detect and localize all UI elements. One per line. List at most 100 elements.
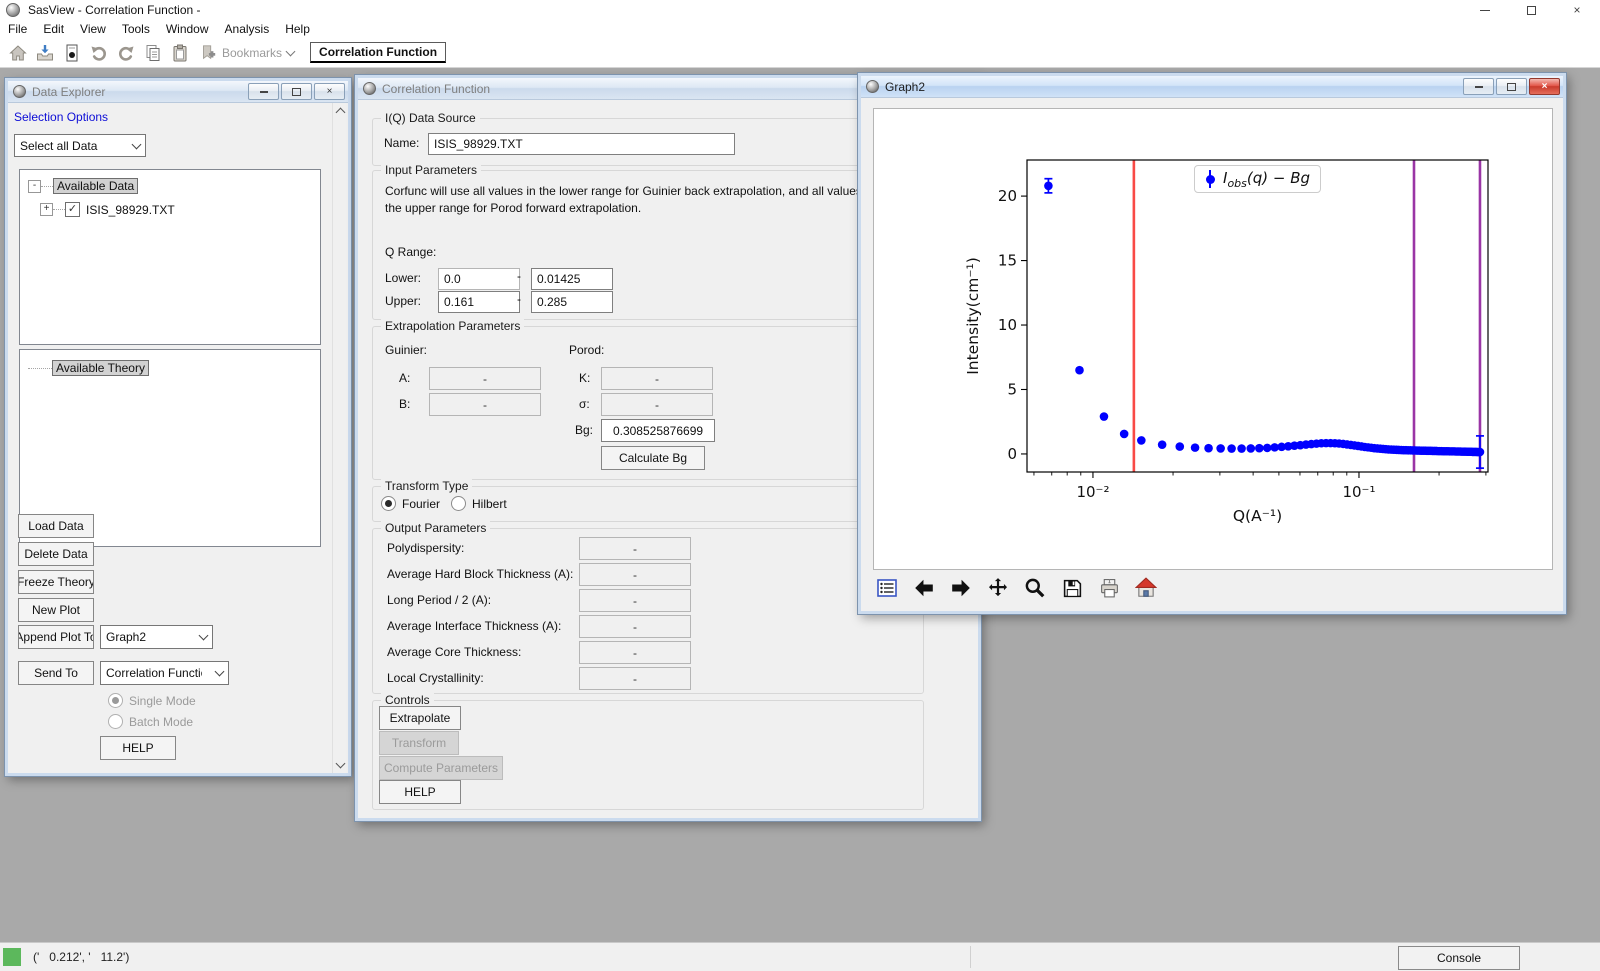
output-value: - (579, 641, 691, 664)
scroll-up-button[interactable] (333, 103, 348, 119)
back-button[interactable] (912, 576, 936, 600)
copy-button[interactable] (139, 40, 166, 66)
menu-window[interactable]: Window (158, 21, 217, 37)
minimize-icon (260, 91, 268, 93)
menu-view[interactable]: View (72, 21, 114, 37)
reset-home-button[interactable] (1134, 576, 1158, 600)
graph2-titlebar[interactable]: Graph2 × (861, 76, 1563, 98)
output-value: - (579, 667, 691, 690)
print-button[interactable] (1097, 576, 1121, 600)
close-button[interactable]: × (1554, 0, 1600, 20)
upper-min-field[interactable]: 0.161 (438, 291, 520, 313)
controls-group: Controls Extrapolate Transform Compute P… (372, 700, 924, 810)
expand-icon[interactable]: + (40, 203, 53, 216)
lower-max-field[interactable]: 0.01425 (531, 268, 613, 290)
load-data-button[interactable]: Load Data (18, 514, 94, 538)
tree-row-data-file[interactable]: + ✓ ISIS_98929.TXT (40, 202, 175, 217)
load-data-button[interactable] (31, 40, 58, 66)
available-data-node[interactable]: Available Data (53, 178, 138, 194)
window-icon (363, 82, 376, 95)
maximize-button[interactable] (1496, 78, 1527, 95)
report-button[interactable] (58, 40, 85, 66)
save-button[interactable] (1060, 576, 1084, 600)
tree-row-available-data[interactable]: - Available Data (28, 178, 138, 194)
forward-button[interactable] (949, 576, 973, 600)
output-parameters-group-label: Output Parameters (381, 521, 490, 535)
calculate-bg-button[interactable]: Calculate Bg (601, 446, 705, 470)
append-plot-to-button[interactable]: Append Plot To (18, 625, 94, 649)
app-titlebar: SasView - Correlation Function - × (0, 0, 1600, 20)
output-label: Long Period / 2 (A): (387, 593, 491, 607)
restore-button[interactable] (1508, 0, 1554, 20)
menu-edit[interactable]: Edit (35, 21, 72, 37)
batch-mode-option[interactable]: Batch Mode (108, 714, 193, 729)
menu-file[interactable]: File (0, 21, 35, 37)
output-parameters-group: Output Parameters Polydispersity: - Aver… (372, 528, 924, 694)
zoom-button[interactable] (1023, 576, 1047, 600)
minimize-button[interactable] (248, 83, 279, 100)
data-explorer-title: Data Explorer (32, 85, 105, 99)
output-value: - (579, 537, 691, 560)
fourier-option[interactable]: Fourier (381, 496, 440, 511)
chevron-down-icon (286, 46, 296, 56)
data-file-checkbox[interactable]: ✓ (65, 202, 80, 217)
svg-text:15: 15 (998, 252, 1017, 270)
delete-data-button[interactable]: Delete Data (18, 542, 94, 566)
send-to-button[interactable]: Send To (18, 661, 94, 685)
hilbert-option[interactable]: Hilbert (451, 496, 507, 511)
bg-field[interactable]: 0.308525876699 (601, 419, 715, 442)
lower-label: Lower: (385, 271, 421, 285)
home-icon (1135, 577, 1157, 599)
minimize-button[interactable] (1463, 78, 1494, 95)
help-button[interactable]: HELP (100, 736, 176, 760)
freeze-theory-button[interactable]: Freeze Theory (18, 570, 94, 594)
pan-button[interactable] (986, 576, 1010, 600)
data-file-label[interactable]: ISIS_98929.TXT (86, 203, 175, 217)
vertical-scrollbar[interactable] (332, 103, 348, 773)
correlation-function-title: Correlation Function (382, 82, 490, 96)
range-dash: - (517, 292, 521, 306)
context-menu-button[interactable] (875, 576, 899, 600)
menu-analysis[interactable]: Analysis (217, 21, 278, 37)
menu-tools[interactable]: Tools (114, 21, 158, 37)
magnifier-icon (1024, 577, 1046, 599)
hilbert-radio[interactable] (451, 496, 466, 511)
cursor-coordinates: (' 0.212', ' 11.2') (33, 950, 129, 964)
single-mode-option[interactable]: Single Mode (108, 693, 196, 708)
available-theory-node[interactable]: Available Theory (52, 360, 149, 376)
menu-help[interactable]: Help (277, 21, 318, 37)
upper-max-field[interactable]: 0.285 (531, 291, 613, 313)
collapse-icon[interactable]: - (28, 180, 41, 193)
fourier-radio[interactable] (381, 496, 396, 511)
scroll-down-button[interactable] (333, 757, 348, 773)
send-target-dropdown[interactable]: Correlation Function (100, 661, 229, 685)
compute-parameters-button[interactable]: Compute Parameters (379, 756, 503, 780)
maximize-button[interactable] (281, 83, 312, 100)
data-explorer-window: Data Explorer × Selection Options Select… (5, 78, 351, 776)
name-field[interactable]: ISIS_98929.TXT (428, 133, 735, 155)
tree-row-available-theory[interactable]: Available Theory (28, 360, 149, 376)
k-field: - (601, 367, 713, 390)
single-mode-radio[interactable] (108, 693, 123, 708)
arrow-right-icon (950, 577, 972, 599)
svg-text:20: 20 (998, 187, 1017, 205)
append-target-dropdown[interactable]: Graph2 (100, 625, 213, 649)
data-explorer-titlebar[interactable]: Data Explorer × (8, 81, 348, 103)
new-plot-button[interactable]: New Plot (18, 598, 94, 622)
help-button[interactable]: HELP (379, 780, 461, 804)
selection-dropdown[interactable]: Select all Data (14, 134, 146, 157)
batch-mode-radio[interactable] (108, 714, 123, 729)
close-button[interactable]: × (1529, 78, 1560, 95)
close-button[interactable]: × (314, 83, 345, 100)
paste-button[interactable] (166, 40, 193, 66)
console-button[interactable]: Console (1398, 946, 1520, 970)
transform-button[interactable]: Transform (379, 731, 459, 755)
bookmarks-dropdown[interactable]: Bookmarks (199, 44, 294, 62)
home-button[interactable] (4, 40, 31, 66)
redo-button[interactable] (112, 40, 139, 66)
minimize-button[interactable] (1462, 0, 1508, 20)
lower-min-field[interactable]: 0.0 (438, 268, 520, 290)
tab-correlation-function[interactable]: Correlation Function (310, 42, 446, 63)
extrapolate-button[interactable]: Extrapolate (379, 706, 461, 730)
undo-button[interactable] (85, 40, 112, 66)
